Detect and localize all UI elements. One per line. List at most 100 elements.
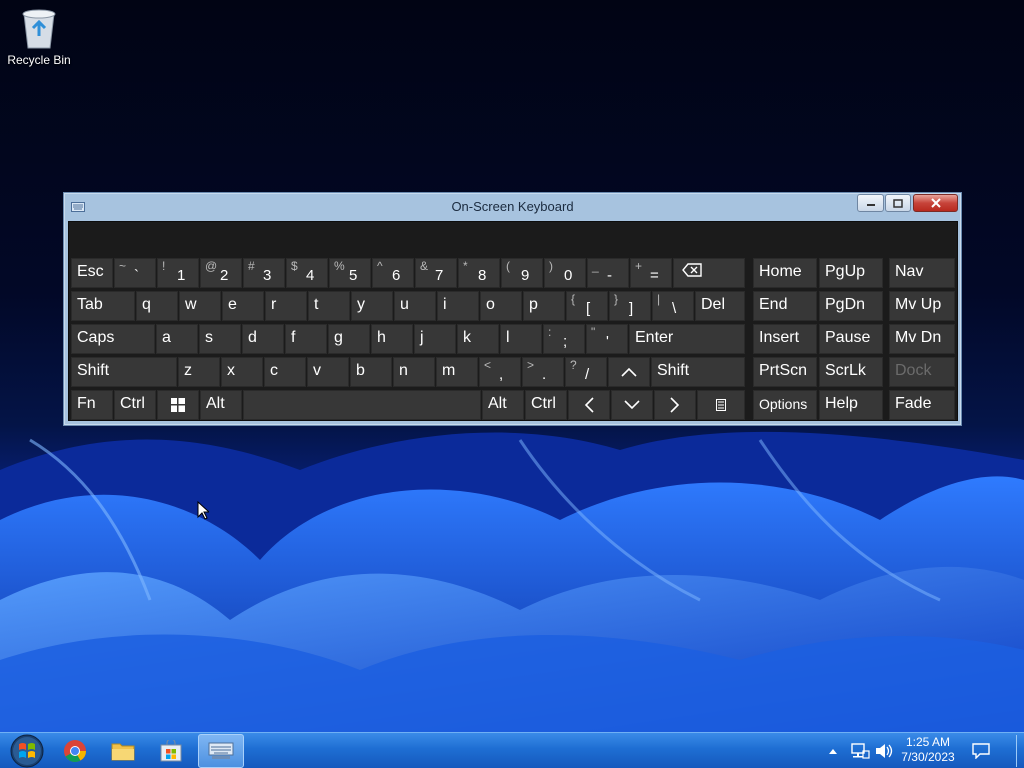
key-j[interactable]: j: [414, 324, 456, 354]
taskbar-chrome[interactable]: [52, 734, 98, 768]
key-k[interactable]: k: [457, 324, 499, 354]
key-1[interactable]: ! 1: [157, 258, 199, 288]
key-space[interactable]: [243, 390, 481, 420]
key-mv-dn[interactable]: Mv Dn: [889, 324, 955, 354]
key-3[interactable]: #3: [243, 258, 285, 288]
close-button[interactable]: [913, 194, 958, 212]
key-end[interactable]: End: [753, 291, 817, 321]
key-left-shift[interactable]: Shift: [71, 357, 177, 387]
key-prtscn[interactable]: PrtScn: [753, 357, 817, 387]
desktop-icon-recycle-bin[interactable]: Recycle Bin: [4, 6, 74, 76]
key-4[interactable]: $4: [286, 258, 328, 288]
key-v[interactable]: v: [307, 357, 349, 387]
key-q[interactable]: q: [136, 291, 178, 321]
minimize-button[interactable]: [857, 194, 884, 212]
key-f[interactable]: f: [285, 324, 327, 354]
key-comma[interactable]: <,: [479, 357, 521, 387]
key-e[interactable]: e: [222, 291, 264, 321]
key-caps[interactable]: Caps: [71, 324, 155, 354]
key-menu[interactable]: [697, 390, 745, 420]
key-7[interactable]: & 7: [415, 258, 457, 288]
key-h[interactable]: h: [371, 324, 413, 354]
start-button[interactable]: [2, 734, 52, 768]
key-left-alt[interactable]: Alt: [200, 390, 242, 420]
key-windows[interactable]: [157, 390, 199, 420]
key-8[interactable]: * 8: [458, 258, 500, 288]
down-arrow-icon: [624, 400, 640, 410]
key-esc[interactable]: Esc: [71, 258, 113, 288]
key-del[interactable]: Del: [695, 291, 745, 321]
key-right-ctrl[interactable]: Ctrl: [525, 390, 567, 420]
show-desktop-button[interactable]: [1016, 735, 1022, 767]
key-g[interactable]: g: [328, 324, 370, 354]
key-c[interactable]: c: [264, 357, 306, 387]
key-quote[interactable]: " ': [586, 324, 628, 354]
key-right-shift[interactable]: Shift: [651, 357, 745, 387]
key-pgup[interactable]: PgUp: [819, 258, 883, 288]
key-backspace[interactable]: [673, 258, 745, 288]
key-right-bracket[interactable]: }]: [609, 291, 651, 321]
key-grave[interactable]: ~ `: [114, 258, 156, 288]
key-y[interactable]: y: [351, 291, 393, 321]
key-fn[interactable]: Fn: [71, 390, 113, 420]
key-z[interactable]: z: [178, 357, 220, 387]
key-tab[interactable]: Tab: [71, 291, 135, 321]
key-pause[interactable]: Pause: [819, 324, 883, 354]
help-button[interactable]: Help: [819, 390, 883, 420]
key-minus[interactable]: _ -: [587, 258, 629, 288]
key-period[interactable]: >.: [522, 357, 564, 387]
file-explorer-icon: [111, 743, 135, 761]
key-home[interactable]: Home: [753, 258, 817, 288]
key-w[interactable]: w: [179, 291, 221, 321]
taskbar-file-explorer[interactable]: [100, 734, 146, 768]
key-2[interactable]: @2: [200, 258, 242, 288]
taskbar-clock[interactable]: 1:25 AM 7/30/2023: [888, 735, 968, 765]
key-b[interactable]: b: [350, 357, 392, 387]
key-5[interactable]: % 5: [329, 258, 371, 288]
key-nav[interactable]: Nav: [889, 258, 955, 288]
key-9[interactable]: (9: [501, 258, 543, 288]
key-right-arrow[interactable]: [654, 390, 696, 420]
key-m[interactable]: m: [436, 357, 478, 387]
key-s[interactable]: s: [199, 324, 241, 354]
key-i[interactable]: i: [437, 291, 479, 321]
key-o[interactable]: o: [480, 291, 522, 321]
key-6[interactable]: ^ 6: [372, 258, 414, 288]
key-insert[interactable]: Insert: [753, 324, 817, 354]
key-left-arrow[interactable]: [568, 390, 610, 420]
key-l[interactable]: l: [500, 324, 542, 354]
key-up-arrow[interactable]: [608, 357, 650, 387]
key-pgdn[interactable]: PgDn: [819, 291, 883, 321]
key-slash[interactable]: ? /: [565, 357, 607, 387]
key-left-bracket[interactable]: {[: [566, 291, 608, 321]
key-x[interactable]: x: [221, 357, 263, 387]
key-n[interactable]: n: [393, 357, 435, 387]
key-a[interactable]: a: [156, 324, 198, 354]
key-right-alt[interactable]: Alt: [482, 390, 524, 420]
key-scrlk[interactable]: ScrLk: [819, 357, 883, 387]
taskbar-store[interactable]: [148, 734, 194, 768]
fade-button[interactable]: Fade: [889, 390, 955, 420]
key-enter[interactable]: Enter: [629, 324, 745, 354]
key-down-arrow[interactable]: [611, 390, 653, 420]
title-bar[interactable]: On-Screen Keyboard: [64, 193, 961, 221]
key-backslash[interactable]: | \: [652, 291, 694, 321]
maximize-button[interactable]: [885, 194, 911, 212]
key-r[interactable]: r: [265, 291, 307, 321]
key-left-ctrl[interactable]: Ctrl: [114, 390, 156, 420]
show-hidden-icons-button[interactable]: [828, 733, 838, 768]
key-p[interactable]: p: [523, 291, 565, 321]
network-tray-button[interactable]: [850, 733, 870, 768]
key-equals[interactable]: + =: [630, 258, 672, 288]
action-center-button[interactable]: [972, 733, 990, 768]
key-main-label: 8: [478, 267, 487, 284]
key-0[interactable]: ) 0: [544, 258, 586, 288]
key-u[interactable]: u: [394, 291, 436, 321]
key-t[interactable]: t: [308, 291, 350, 321]
key-semicolon[interactable]: :;: [543, 324, 585, 354]
taskbar-on-screen-keyboard[interactable]: [198, 734, 244, 768]
options-button[interactable]: Options: [753, 390, 817, 420]
key-main-label: 9: [521, 267, 530, 284]
key-d[interactable]: d: [242, 324, 284, 354]
key-mv-up[interactable]: Mv Up: [889, 291, 955, 321]
